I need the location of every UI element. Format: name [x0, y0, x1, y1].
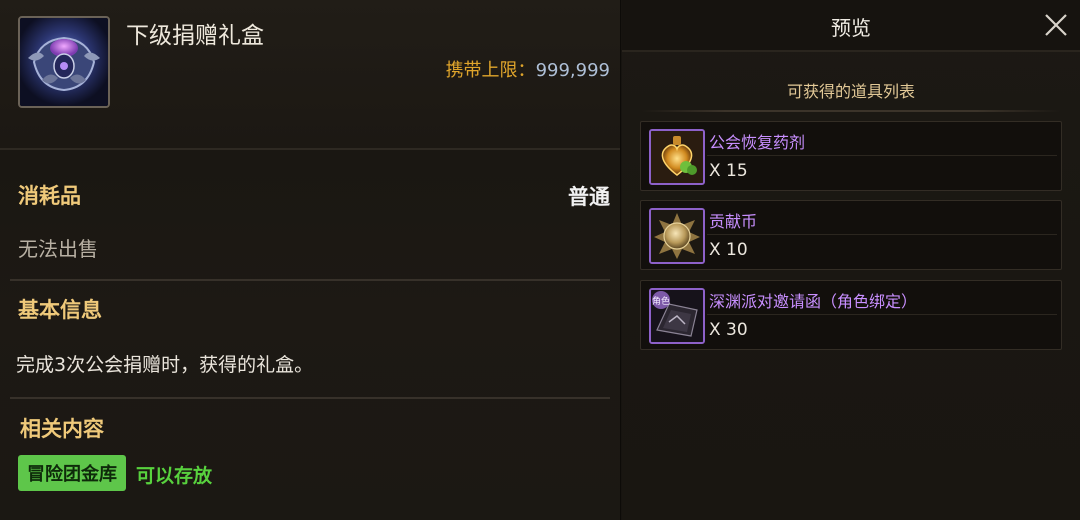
potion-icon — [649, 129, 705, 185]
item-rarity: 普通 — [568, 185, 610, 209]
list-item[interactable]: 贡献币 X 10 — [640, 200, 1062, 270]
carry-limit-label: 携带上限： — [445, 60, 536, 81]
related-content-title: 相关内容 — [20, 417, 104, 441]
preview-panel: 预览 可获得的道具列表 公会恢复药剂 X 15 贡献币 X 10 角色 深渊派对… — [622, 0, 1080, 520]
coin-icon — [649, 208, 705, 264]
divider — [707, 314, 1057, 315]
item-quantity: X 15 — [709, 161, 748, 181]
list-item[interactable]: 角色 深渊派对邀请函（角色绑定） X 30 — [640, 280, 1062, 350]
preview-header: 预览 — [622, 0, 1080, 52]
item-name: 公会恢复药剂 — [709, 133, 806, 152]
divider — [707, 155, 1057, 156]
obtainable-items-heading: 可获得的道具列表 — [786, 82, 915, 101]
divider — [642, 110, 1060, 112]
invitation-icon: 角色 — [649, 288, 705, 344]
gift-box-icon — [18, 16, 110, 108]
item-name: 贡献币 — [709, 212, 758, 231]
divider — [10, 279, 610, 281]
item-header: 下级捐赠礼盒 携带上限：999,999 — [0, 0, 620, 150]
carry-limit-value: 999,999 — [535, 60, 610, 81]
storage-status: 可以存放 — [136, 465, 213, 487]
item-title: 下级捐赠礼盒 — [126, 23, 264, 49]
item-description: 完成3次公会捐赠时，获得的礼盒。 — [16, 354, 314, 376]
item-category: 消耗品 — [18, 184, 81, 208]
adventure-vault-button[interactable]: 冒险团金库 — [18, 455, 126, 491]
divider — [10, 397, 610, 399]
character-bound-badge: 角色 — [652, 295, 670, 307]
item-quantity: X 30 — [709, 320, 748, 340]
sell-status: 无法出售 — [18, 237, 98, 261]
close-icon[interactable] — [1044, 13, 1068, 37]
list-item[interactable]: 公会恢复药剂 X 15 — [640, 121, 1062, 191]
preview-title: 预览 — [831, 16, 871, 40]
divider — [707, 234, 1057, 235]
carry-limit: 携带上限：999,999 — [446, 56, 610, 82]
item-detail-panel: 下级捐赠礼盒 携带上限：999,999 消耗品 普通 无法出售 基本信息 完成3… — [0, 0, 621, 520]
basic-info-title: 基本信息 — [18, 298, 102, 322]
item-quantity: X 10 — [709, 240, 748, 260]
item-name: 深渊派对邀请函（角色绑定） — [709, 292, 918, 311]
